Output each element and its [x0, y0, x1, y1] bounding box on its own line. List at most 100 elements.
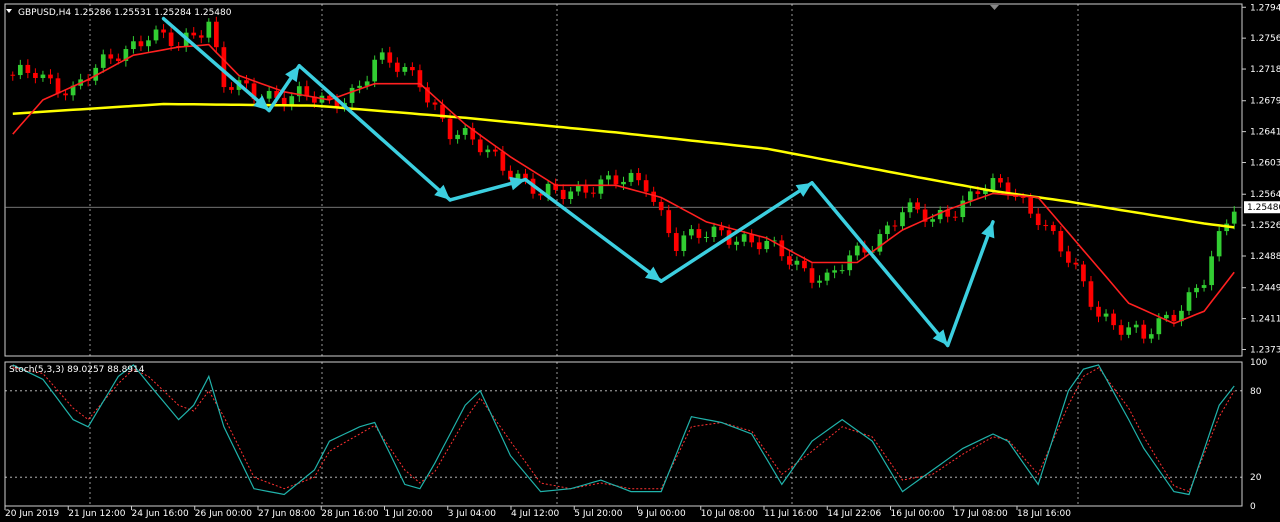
candle-body[interactable]	[779, 240, 785, 257]
candle-body[interactable]	[809, 268, 815, 283]
candle-body[interactable]	[447, 118, 453, 140]
candle-body[interactable]	[719, 226, 724, 231]
candle-body[interactable]	[1058, 231, 1064, 252]
candle-body[interactable]	[161, 29, 166, 33]
candle-body[interactable]	[877, 234, 883, 252]
candle-body[interactable]	[628, 172, 634, 182]
candle-body[interactable]	[432, 102, 438, 105]
candle-body[interactable]	[1088, 281, 1094, 307]
candle-body[interactable]	[191, 32, 197, 36]
candle-body[interactable]	[349, 87, 355, 103]
candle-body[interactable]	[100, 54, 106, 68]
candle-body[interactable]	[787, 256, 792, 265]
candle-body[interactable]	[704, 237, 709, 239]
candle-body[interactable]	[696, 229, 702, 238]
candle-body[interactable]	[583, 184, 589, 193]
candle-body[interactable]	[1171, 314, 1177, 322]
candle-body[interactable]	[394, 62, 400, 72]
candle-body[interactable]	[560, 189, 566, 200]
candle-body[interactable]	[1103, 313, 1109, 317]
candle-body[interactable]	[741, 234, 747, 242]
candle-body[interactable]	[598, 179, 604, 194]
candle-body[interactable]	[372, 59, 378, 82]
candle-body[interactable]	[402, 66, 408, 72]
candle-body[interactable]	[477, 139, 483, 153]
candle-body[interactable]	[1164, 314, 1169, 319]
candle-body[interactable]	[266, 90, 272, 99]
candle-body[interactable]	[387, 52, 393, 63]
candle-body[interactable]	[666, 210, 672, 234]
candle-body[interactable]	[455, 134, 460, 140]
candle-body[interactable]	[802, 260, 807, 269]
candle-body[interactable]	[824, 272, 830, 281]
candle-body[interactable]	[1216, 231, 1222, 257]
candle-body[interactable]	[153, 29, 159, 41]
candle-body[interactable]	[998, 178, 1003, 183]
candle-body[interactable]	[734, 241, 739, 245]
candle-body[interactable]	[636, 172, 641, 181]
candle-body[interactable]	[229, 87, 234, 90]
candle-body[interactable]	[1194, 287, 1199, 293]
candle-body[interactable]	[900, 212, 905, 227]
candle-body[interactable]	[658, 201, 664, 211]
candle-body[interactable]	[492, 149, 498, 152]
candle-body[interactable]	[1126, 327, 1132, 335]
candle-body[interactable]	[892, 225, 898, 227]
candle-body[interactable]	[854, 245, 860, 256]
candle-body[interactable]	[885, 225, 890, 235]
candle-body[interactable]	[221, 47, 227, 88]
candle-body[interactable]	[206, 21, 212, 38]
candle-body[interactable]	[1096, 306, 1101, 317]
candle-body[interactable]	[568, 191, 574, 200]
candle-body[interactable]	[1133, 324, 1139, 328]
candle-body[interactable]	[357, 85, 362, 88]
candle-body[interactable]	[606, 175, 611, 180]
candle-body[interactable]	[1186, 292, 1192, 311]
candle-body[interactable]	[10, 74, 16, 76]
candle-body[interactable]	[613, 175, 619, 185]
candle-body[interactable]	[115, 58, 121, 61]
candle-body[interactable]	[1118, 325, 1124, 335]
candle-body[interactable]	[990, 178, 996, 191]
candle-body[interactable]	[168, 32, 174, 47]
candle-body[interactable]	[832, 270, 837, 273]
candle-body[interactable]	[410, 66, 415, 71]
candle-body[interactable]	[764, 240, 770, 250]
candle-body[interactable]	[1201, 285, 1207, 288]
candle-body[interactable]	[17, 64, 23, 76]
candle-body[interactable]	[681, 235, 687, 251]
candle-body[interactable]	[198, 35, 204, 38]
candle-body[interactable]	[1050, 225, 1056, 232]
candle-body[interactable]	[1156, 318, 1162, 335]
candle-body[interactable]	[930, 219, 935, 222]
candle-body[interactable]	[711, 226, 717, 238]
candle-body[interactable]	[500, 151, 506, 171]
candle-body[interactable]	[907, 202, 913, 213]
candle-body[interactable]	[379, 52, 385, 60]
candle-body[interactable]	[591, 192, 596, 194]
candle-body[interactable]	[462, 128, 468, 135]
candle-body[interactable]	[651, 191, 656, 202]
candle-body[interactable]	[952, 216, 958, 218]
candle-body[interactable]	[1035, 213, 1041, 226]
candle-body[interactable]	[915, 202, 920, 210]
candle-body[interactable]	[1028, 197, 1033, 214]
candle-body[interactable]	[1209, 256, 1214, 286]
candle-body[interactable]	[1141, 324, 1147, 339]
candle-body[interactable]	[643, 180, 649, 192]
candle-body[interactable]	[839, 270, 845, 272]
candle-body[interactable]	[689, 229, 694, 236]
candle-body[interactable]	[1081, 264, 1086, 282]
candle-body[interactable]	[673, 233, 679, 251]
candle-body[interactable]	[1066, 251, 1071, 263]
candle-body[interactable]	[146, 40, 151, 47]
candle-body[interactable]	[1043, 225, 1049, 227]
candle-body[interactable]	[55, 78, 61, 94]
candle-body[interactable]	[1231, 211, 1237, 224]
candle-body[interactable]	[485, 149, 491, 153]
candle-body[interactable]	[25, 64, 31, 73]
candle-body[interactable]	[794, 260, 800, 265]
candle-body[interactable]	[48, 74, 53, 79]
candle-body[interactable]	[1111, 313, 1116, 326]
candle-body[interactable]	[214, 21, 219, 48]
